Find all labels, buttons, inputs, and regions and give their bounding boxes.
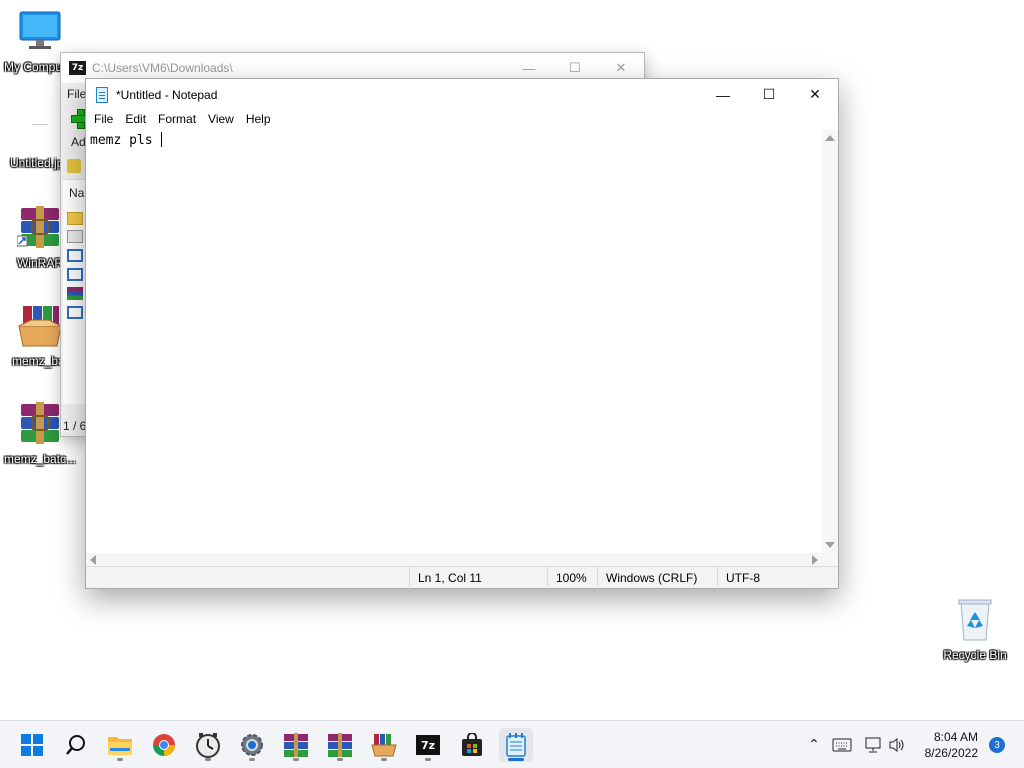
sevenzip-status: 1 / 6 — [63, 419, 87, 433]
desktop-icon-recycle-bin[interactable]: Recycle Bin — [935, 596, 1015, 666]
taskbar-7zip[interactable]: 7z — [411, 728, 445, 762]
chrome-icon — [153, 734, 175, 756]
volume-icon[interactable] — [888, 737, 906, 753]
running-indicator — [425, 758, 431, 761]
menu-file[interactable]: File — [88, 110, 119, 130]
text-caret — [161, 132, 163, 147]
notepad-title: *Untitled - Notepad — [116, 87, 218, 102]
notification-badge[interactable]: 3 — [989, 737, 1005, 753]
winrar-icon — [17, 206, 59, 248]
minimize-button[interactable]: — — [700, 79, 746, 110]
clock-date: 8/26/2022 — [924, 746, 978, 760]
status-line-ending: Windows (CRLF) — [597, 567, 717, 589]
network-icon[interactable] — [864, 737, 882, 753]
running-indicator — [249, 758, 255, 761]
text-editor-area[interactable]: memz pls — [86, 130, 822, 553]
taskbar-store[interactable] — [455, 728, 489, 762]
file-explorer-icon — [108, 737, 132, 755]
sevenzip-add-button[interactable]: Ad — [71, 135, 86, 149]
app-file-icon[interactable] — [67, 268, 83, 281]
monitor-icon — [19, 11, 61, 49]
desktop-icon-label: memz_batc... — [3, 452, 77, 466]
menu-edit[interactable]: Edit — [119, 110, 152, 130]
maximize-button[interactable]: ☐ — [746, 79, 792, 110]
notepad-statusbar: Ln 1, Col 11 100% Windows (CRLF) UTF-8 — [86, 566, 838, 589]
taskbar-file-explorer[interactable] — [103, 728, 137, 762]
notepad-menubar: File Edit Format View Help — [86, 110, 838, 130]
close-button[interactable]: ✕ — [792, 79, 838, 110]
taskbar-winrar-2[interactable] — [323, 728, 357, 762]
desktop-icon-label: Recycle Bin — [943, 648, 1007, 662]
horizontal-scrollbar[interactable] — [86, 553, 822, 567]
running-indicator — [337, 758, 343, 761]
vertical-scrollbar[interactable] — [822, 130, 838, 553]
taskbar-chrome[interactable] — [147, 728, 181, 762]
show-hidden-icons-chevron-icon[interactable]: ⌃ — [800, 737, 828, 753]
app-file-icon[interactable] — [67, 249, 83, 262]
clock-time: 8:04 AM — [933, 730, 978, 744]
taskbar-clock-app[interactable] — [191, 728, 225, 762]
editor-text: memz pls — [90, 133, 161, 148]
taskbar-notepad[interactable] — [499, 728, 533, 762]
search-icon — [66, 735, 85, 755]
recycle-bin-icon — [958, 599, 992, 641]
notepad-icon — [96, 86, 108, 103]
scroll-down-arrow-icon[interactable] — [825, 542, 835, 548]
clock-app-icon — [196, 733, 220, 758]
scroll-left-arrow-icon[interactable] — [90, 555, 96, 565]
start-button[interactable] — [15, 728, 49, 762]
taskbar-archive[interactable] — [367, 728, 401, 762]
taskbar: 7z ⌃ 8:04 AM 8/26/2022 3 — [0, 720, 1024, 768]
scroll-up-arrow-icon[interactable] — [825, 135, 835, 141]
taskbar-settings[interactable] — [235, 728, 269, 762]
archive-icon — [371, 734, 397, 757]
sevenzip-logo-icon: 7z — [69, 61, 86, 75]
up-folder-icon[interactable] — [67, 159, 81, 173]
resize-grip[interactable] — [822, 553, 838, 567]
app-file-icon[interactable] — [67, 306, 83, 319]
winrar-icon — [328, 733, 352, 757]
winrar-icon — [284, 733, 308, 757]
system-tray: ⌃ — [800, 721, 906, 768]
settings-file-icon[interactable] — [67, 230, 83, 243]
running-indicator — [293, 758, 299, 761]
taskbar-clock[interactable]: 8:04 AM 8/26/2022 — [925, 729, 978, 761]
notepad-icon — [506, 733, 526, 757]
sevenzip-menu-file[interactable]: File — [67, 87, 86, 101]
sevenzip-title: C:\Users\VM6\Downloads\ — [92, 61, 233, 75]
status-cursor-position: Ln 1, Col 11 — [409, 567, 547, 589]
active-indicator — [508, 758, 524, 761]
winrar-icon — [21, 402, 59, 444]
menu-view[interactable]: View — [202, 110, 240, 130]
status-encoding: UTF-8 — [717, 567, 837, 589]
store-icon — [462, 733, 482, 756]
taskbar-winrar-1[interactable] — [279, 728, 313, 762]
menu-format[interactable]: Format — [152, 110, 202, 130]
image-file-icon — [32, 124, 48, 125]
scroll-right-arrow-icon[interactable] — [812, 555, 818, 565]
folder-icon[interactable] — [67, 212, 83, 225]
archive-box-icon — [18, 306, 62, 347]
running-indicator — [117, 758, 123, 761]
running-indicator — [205, 758, 211, 761]
menu-help[interactable]: Help — [240, 110, 277, 130]
winrar-file-icon[interactable] — [67, 287, 83, 300]
running-indicator — [381, 758, 387, 761]
7zip-icon: 7z — [416, 735, 440, 755]
keyboard-icon[interactable] — [832, 738, 852, 752]
notepad-titlebar[interactable]: *Untitled - Notepad — ☐ ✕ — [86, 79, 838, 110]
settings-icon — [241, 734, 263, 756]
search-button[interactable] — [59, 728, 93, 762]
status-zoom: 100% — [547, 567, 597, 589]
notepad-window[interactable]: *Untitled - Notepad — ☐ ✕ File Edit Form… — [85, 78, 839, 589]
windows-start-icon — [21, 734, 43, 756]
